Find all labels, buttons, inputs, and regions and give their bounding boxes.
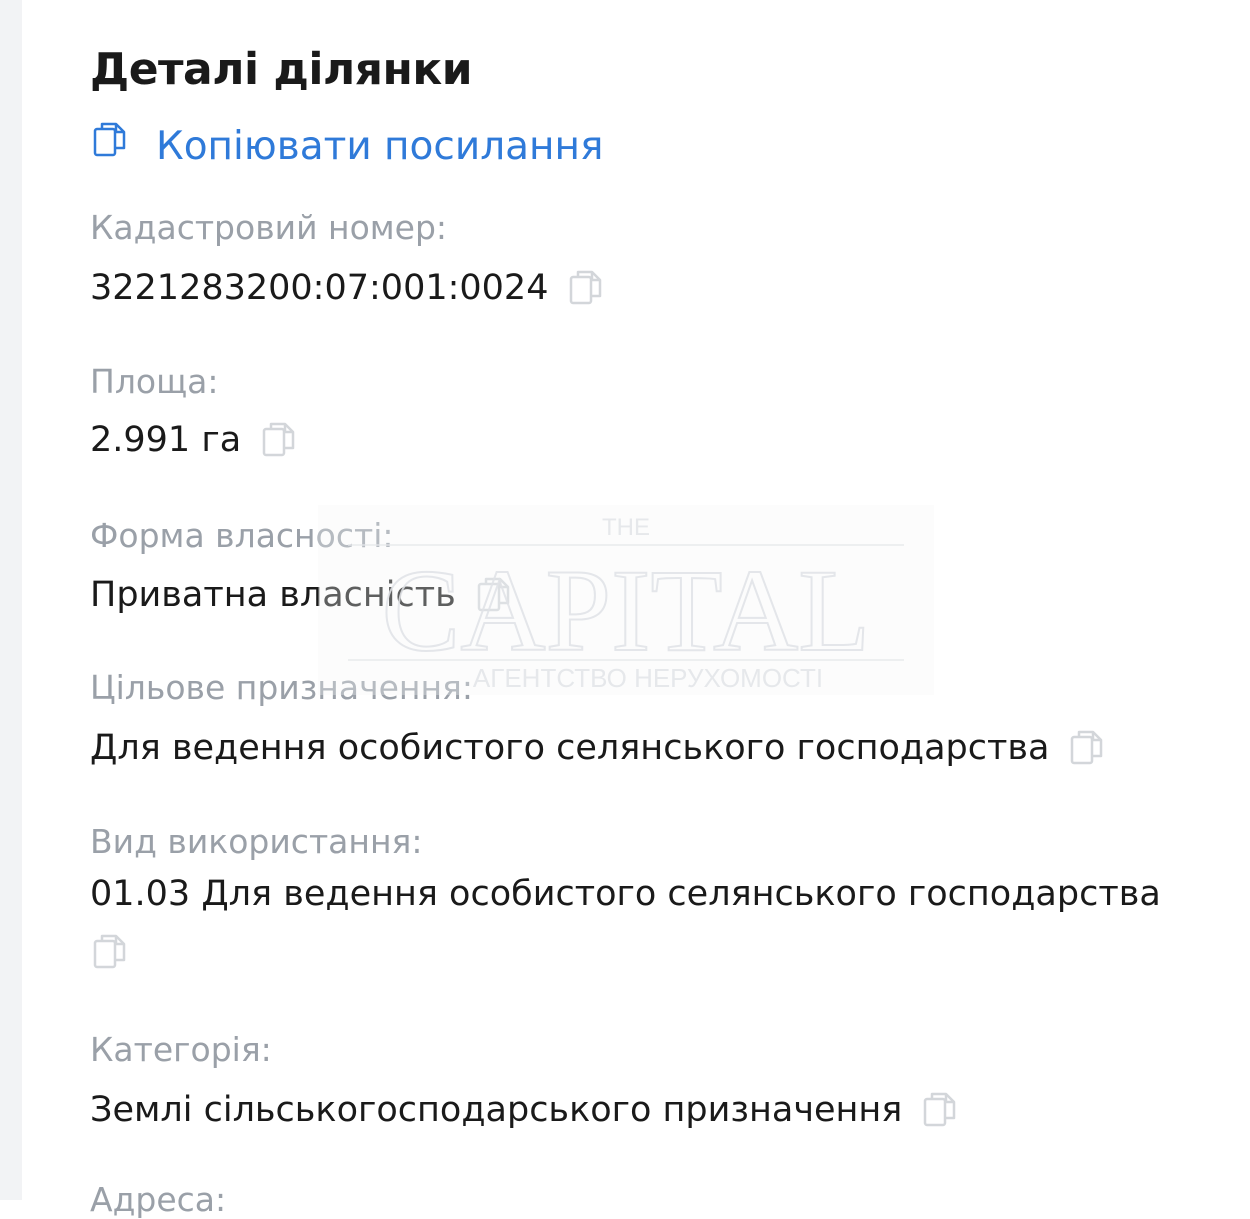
copy-link-button[interactable]: Копіювати посилання [92,114,604,169]
ownership-form-value: Приватна власність [90,575,456,615]
category-label: Категорія: [90,1030,272,1069]
area-label: Площа: [90,362,219,401]
ownership-form-row: Приватна власність [90,575,512,615]
copy-icon[interactable] [922,1090,958,1130]
usage-type-value: 01.03 Для ведення особистого селянського… [90,874,1161,914]
copy-icon[interactable] [1069,728,1105,768]
copy-icon[interactable] [476,575,512,615]
usage-type-label: Вид використання: [90,822,423,861]
intended-purpose-value: Для ведення особистого селянського госпо… [90,728,1050,768]
category-value: Землі сільськогосподарського призначення [90,1090,903,1130]
intended-purpose-row: Для ведення особистого селянського госпо… [90,728,1105,768]
left-panel-edge [0,0,22,1200]
cadastral-number-label: Кадастровий номер: [90,208,448,247]
cadastral-number-row: 3221283200:07:001:0024 [90,268,604,308]
copy-icon[interactable] [568,268,604,308]
area-row: 2.991 га [90,420,297,460]
area-value: 2.991 га [90,420,242,460]
intended-purpose-label: Цільове призначення: [90,668,473,707]
usage-type-row: 01.03 Для ведення особистого селянського… [90,874,1161,914]
copy-icon [92,120,128,164]
copy-icon[interactable] [92,932,128,972]
copy-icon[interactable] [261,420,297,460]
copy-link-label: Копіювати посилання [156,124,604,169]
ownership-form-label: Форма власності: [90,516,394,555]
category-row: Землі сільськогосподарського призначення [90,1090,958,1130]
panel-title: Деталі ділянки [90,44,473,95]
cadastral-number-value: 3221283200:07:001:0024 [90,268,549,308]
